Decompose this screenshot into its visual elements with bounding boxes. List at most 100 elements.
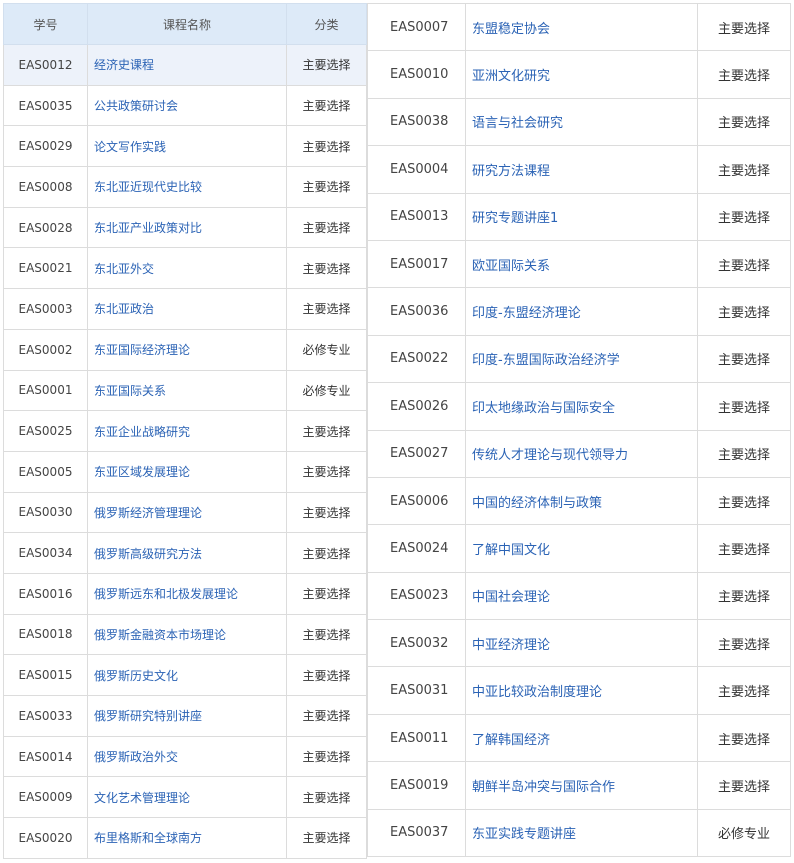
table-row[interactable]: EAS0011 了解韩国经济 主要选择 — [367, 713, 791, 763]
table-row[interactable]: EAS0036 印度-东盟经济理论 主要选择 — [367, 287, 791, 336]
table-row[interactable]: EAS0015 俄罗斯历史文化 主要选择 — [3, 654, 367, 696]
course-name-link[interactable]: 亚洲文化研究 — [472, 69, 550, 84]
course-name-link[interactable]: 东北亚外交 — [94, 262, 154, 276]
course-name-link[interactable]: 研究方法课程 — [472, 164, 550, 179]
course-name-link[interactable]: 俄罗斯历史文化 — [94, 669, 178, 683]
course-name-link[interactable]: 东盟稳定协会 — [472, 22, 550, 37]
table-row[interactable]: EAS0001 东亚国际关系 必修专业 — [3, 369, 367, 412]
table-header-row: 学号 课程名称 分类 — [3, 3, 367, 45]
course-name-cell: 俄罗斯高级研究方法 — [87, 532, 287, 574]
table-row[interactable]: EAS0037 东亚实践专题讲座 必修专业 — [367, 808, 791, 858]
table-row[interactable]: EAS0010 亚洲文化研究 主要选择 — [367, 50, 791, 99]
course-name-link[interactable]: 东北亚产业政策对比 — [94, 221, 202, 235]
course-name-link[interactable]: 东亚国际经济理论 — [94, 343, 190, 357]
course-name-link[interactable]: 印度-东盟国际政治经济学 — [472, 353, 620, 368]
table-row[interactable]: EAS0008 东北亚近现代史比较 主要选择 — [3, 166, 367, 208]
header-course-name[interactable]: 课程名称 — [87, 3, 287, 45]
course-name-cell: 印度-东盟国际政治经济学 — [465, 334, 698, 384]
table-row[interactable]: EAS0028 东北亚产业政策对比 主要选择 — [3, 206, 367, 249]
table-row[interactable]: EAS0019 朝鲜半岛冲突与国际合作 主要选择 — [367, 761, 791, 810]
course-name-link[interactable]: 东北亚近现代史比较 — [94, 180, 202, 194]
course-name-link[interactable]: 文化艺术管理理论 — [94, 791, 190, 805]
table-row[interactable]: EAS0033 俄罗斯研究特别讲座 主要选择 — [3, 695, 367, 737]
table-row[interactable]: EAS0020 布里格斯和全球南方 主要选择 — [3, 817, 367, 859]
course-name-link[interactable]: 中亚比较政治制度理论 — [472, 685, 602, 700]
course-category-cell: 主要选择 — [697, 50, 791, 99]
course-name-link[interactable]: 经济史课程 — [94, 58, 154, 72]
course-name-link[interactable]: 了解韩国经济 — [472, 733, 550, 748]
table-row[interactable]: EAS0006 中国的经济体制与政策 主要选择 — [367, 476, 791, 526]
course-name-link[interactable]: 了解中国文化 — [472, 543, 550, 558]
course-name-link[interactable]: 欧亚国际关系 — [472, 259, 550, 274]
table-row[interactable]: EAS0013 研究专题讲座1 主要选择 — [367, 192, 791, 241]
header-category[interactable]: 分类 — [286, 3, 367, 45]
table-row[interactable]: EAS0022 印度-东盟国际政治经济学 主要选择 — [367, 334, 791, 384]
course-name-link[interactable]: 传统人才理论与现代领导力 — [472, 448, 628, 463]
course-name-link[interactable]: 朝鲜半岛冲突与国际合作 — [472, 780, 615, 795]
table-row[interactable]: EAS0005 东亚区域发展理论 主要选择 — [3, 450, 367, 493]
course-category-cell: 主要选择 — [697, 145, 791, 194]
course-name-link[interactable]: 语言与社会研究 — [472, 116, 563, 131]
course-name-link[interactable]: 俄罗斯政治外交 — [94, 750, 178, 764]
course-name-link[interactable]: 印度-东盟经济理论 — [472, 306, 581, 321]
course-id-cell: EAS0017 — [367, 239, 466, 289]
course-name-link[interactable]: 东亚区域发展理论 — [94, 465, 190, 479]
course-name-link[interactable]: 俄罗斯远东和北极发展理论 — [94, 587, 238, 601]
course-name-cell: 印度-东盟经济理论 — [465, 287, 698, 336]
table-row[interactable]: EAS0031 中亚比较政治制度理论 主要选择 — [367, 666, 791, 715]
table-row[interactable]: EAS0023 中国社会理论 主要选择 — [367, 571, 791, 621]
course-name-link[interactable]: 东亚实践专题讲座 — [472, 827, 576, 842]
course-id-cell: EAS0005 — [3, 450, 88, 493]
course-name-link[interactable]: 俄罗斯经济管理理论 — [94, 506, 202, 520]
table-row[interactable]: EAS0016 俄罗斯远东和北极发展理论 主要选择 — [3, 572, 367, 615]
table-row[interactable]: EAS0026 印太地缘政治与国际安全 主要选择 — [367, 382, 791, 431]
table-row[interactable]: EAS0012 经济史课程 主要选择 — [3, 44, 367, 86]
table-row[interactable]: EAS0007 东盟稳定协会 主要选择 — [367, 2, 791, 52]
course-name-link[interactable]: 公共政策研讨会 — [94, 99, 178, 113]
course-name-link[interactable]: 东亚国际关系 — [94, 384, 166, 398]
table-row[interactable]: EAS0018 俄罗斯金融资本市场理论 主要选择 — [3, 613, 367, 656]
table-row[interactable]: EAS0017 欧亚国际关系 主要选择 — [367, 239, 791, 289]
course-category-cell: 主要选择 — [697, 97, 791, 147]
course-id-cell: EAS0019 — [367, 761, 466, 810]
course-name-cell: 东北亚近现代史比较 — [87, 166, 287, 208]
course-name-link[interactable]: 中国社会理论 — [472, 590, 550, 605]
course-name-link[interactable]: 论文写作实践 — [94, 140, 166, 154]
table-row[interactable]: EAS0029 论文写作实践 主要选择 — [3, 125, 367, 168]
table-row[interactable]: EAS0009 文化艺术管理理论 主要选择 — [3, 776, 367, 819]
table-row[interactable]: EAS0014 俄罗斯政治外交 主要选择 — [3, 735, 367, 778]
course-category-cell: 主要选择 — [697, 382, 791, 431]
table-row[interactable]: EAS0021 东北亚外交 主要选择 — [3, 247, 367, 290]
course-name-cell: 亚洲文化研究 — [465, 50, 698, 99]
course-name-link[interactable]: 东北亚政治 — [94, 302, 154, 316]
course-category-cell: 必修专业 — [286, 369, 367, 412]
course-name-link[interactable]: 东亚企业战略研究 — [94, 425, 190, 439]
table-row[interactable]: EAS0030 俄罗斯经济管理理论 主要选择 — [3, 491, 367, 534]
table-row[interactable]: EAS0003 东北亚政治 主要选择 — [3, 288, 367, 330]
course-name-link[interactable]: 研究专题讲座1 — [472, 211, 558, 226]
table-row[interactable]: EAS0034 俄罗斯高级研究方法 主要选择 — [3, 532, 367, 574]
course-id-cell: EAS0012 — [3, 44, 88, 86]
course-id-cell: EAS0024 — [367, 524, 466, 573]
table-row[interactable]: EAS0024 了解中国文化 主要选择 — [367, 524, 791, 573]
table-row[interactable]: EAS0002 东亚国际经济理论 必修专业 — [3, 328, 367, 371]
table-row[interactable]: EAS0038 语言与社会研究 主要选择 — [367, 97, 791, 147]
table-row[interactable]: EAS0027 传统人才理论与现代领导力 主要选择 — [367, 429, 791, 478]
table-row[interactable]: EAS0032 中亚经济理论 主要选择 — [367, 619, 791, 668]
course-name-link[interactable]: 布里格斯和全球南方 — [94, 831, 202, 845]
course-name-cell: 布里格斯和全球南方 — [87, 817, 287, 859]
course-id-cell: EAS0009 — [3, 776, 88, 819]
course-name-cell: 论文写作实践 — [87, 125, 287, 168]
course-name-link[interactable]: 俄罗斯研究特别讲座 — [94, 709, 202, 723]
course-category-cell: 主要选择 — [286, 84, 367, 127]
table-row[interactable]: EAS0025 东亚企业战略研究 主要选择 — [3, 410, 367, 452]
course-name-link[interactable]: 中国的经济体制与政策 — [472, 496, 602, 511]
table-row[interactable]: EAS0004 研究方法课程 主要选择 — [367, 145, 791, 194]
course-name-cell: 中亚比较政治制度理论 — [465, 666, 698, 715]
course-name-link[interactable]: 俄罗斯高级研究方法 — [94, 547, 202, 561]
course-name-link[interactable]: 印太地缘政治与国际安全 — [472, 401, 615, 416]
course-name-link[interactable]: 中亚经济理论 — [472, 638, 550, 653]
table-row[interactable]: EAS0035 公共政策研讨会 主要选择 — [3, 84, 367, 127]
course-name-link[interactable]: 俄罗斯金融资本市场理论 — [94, 628, 226, 642]
header-student-id[interactable]: 学号 — [3, 3, 88, 45]
